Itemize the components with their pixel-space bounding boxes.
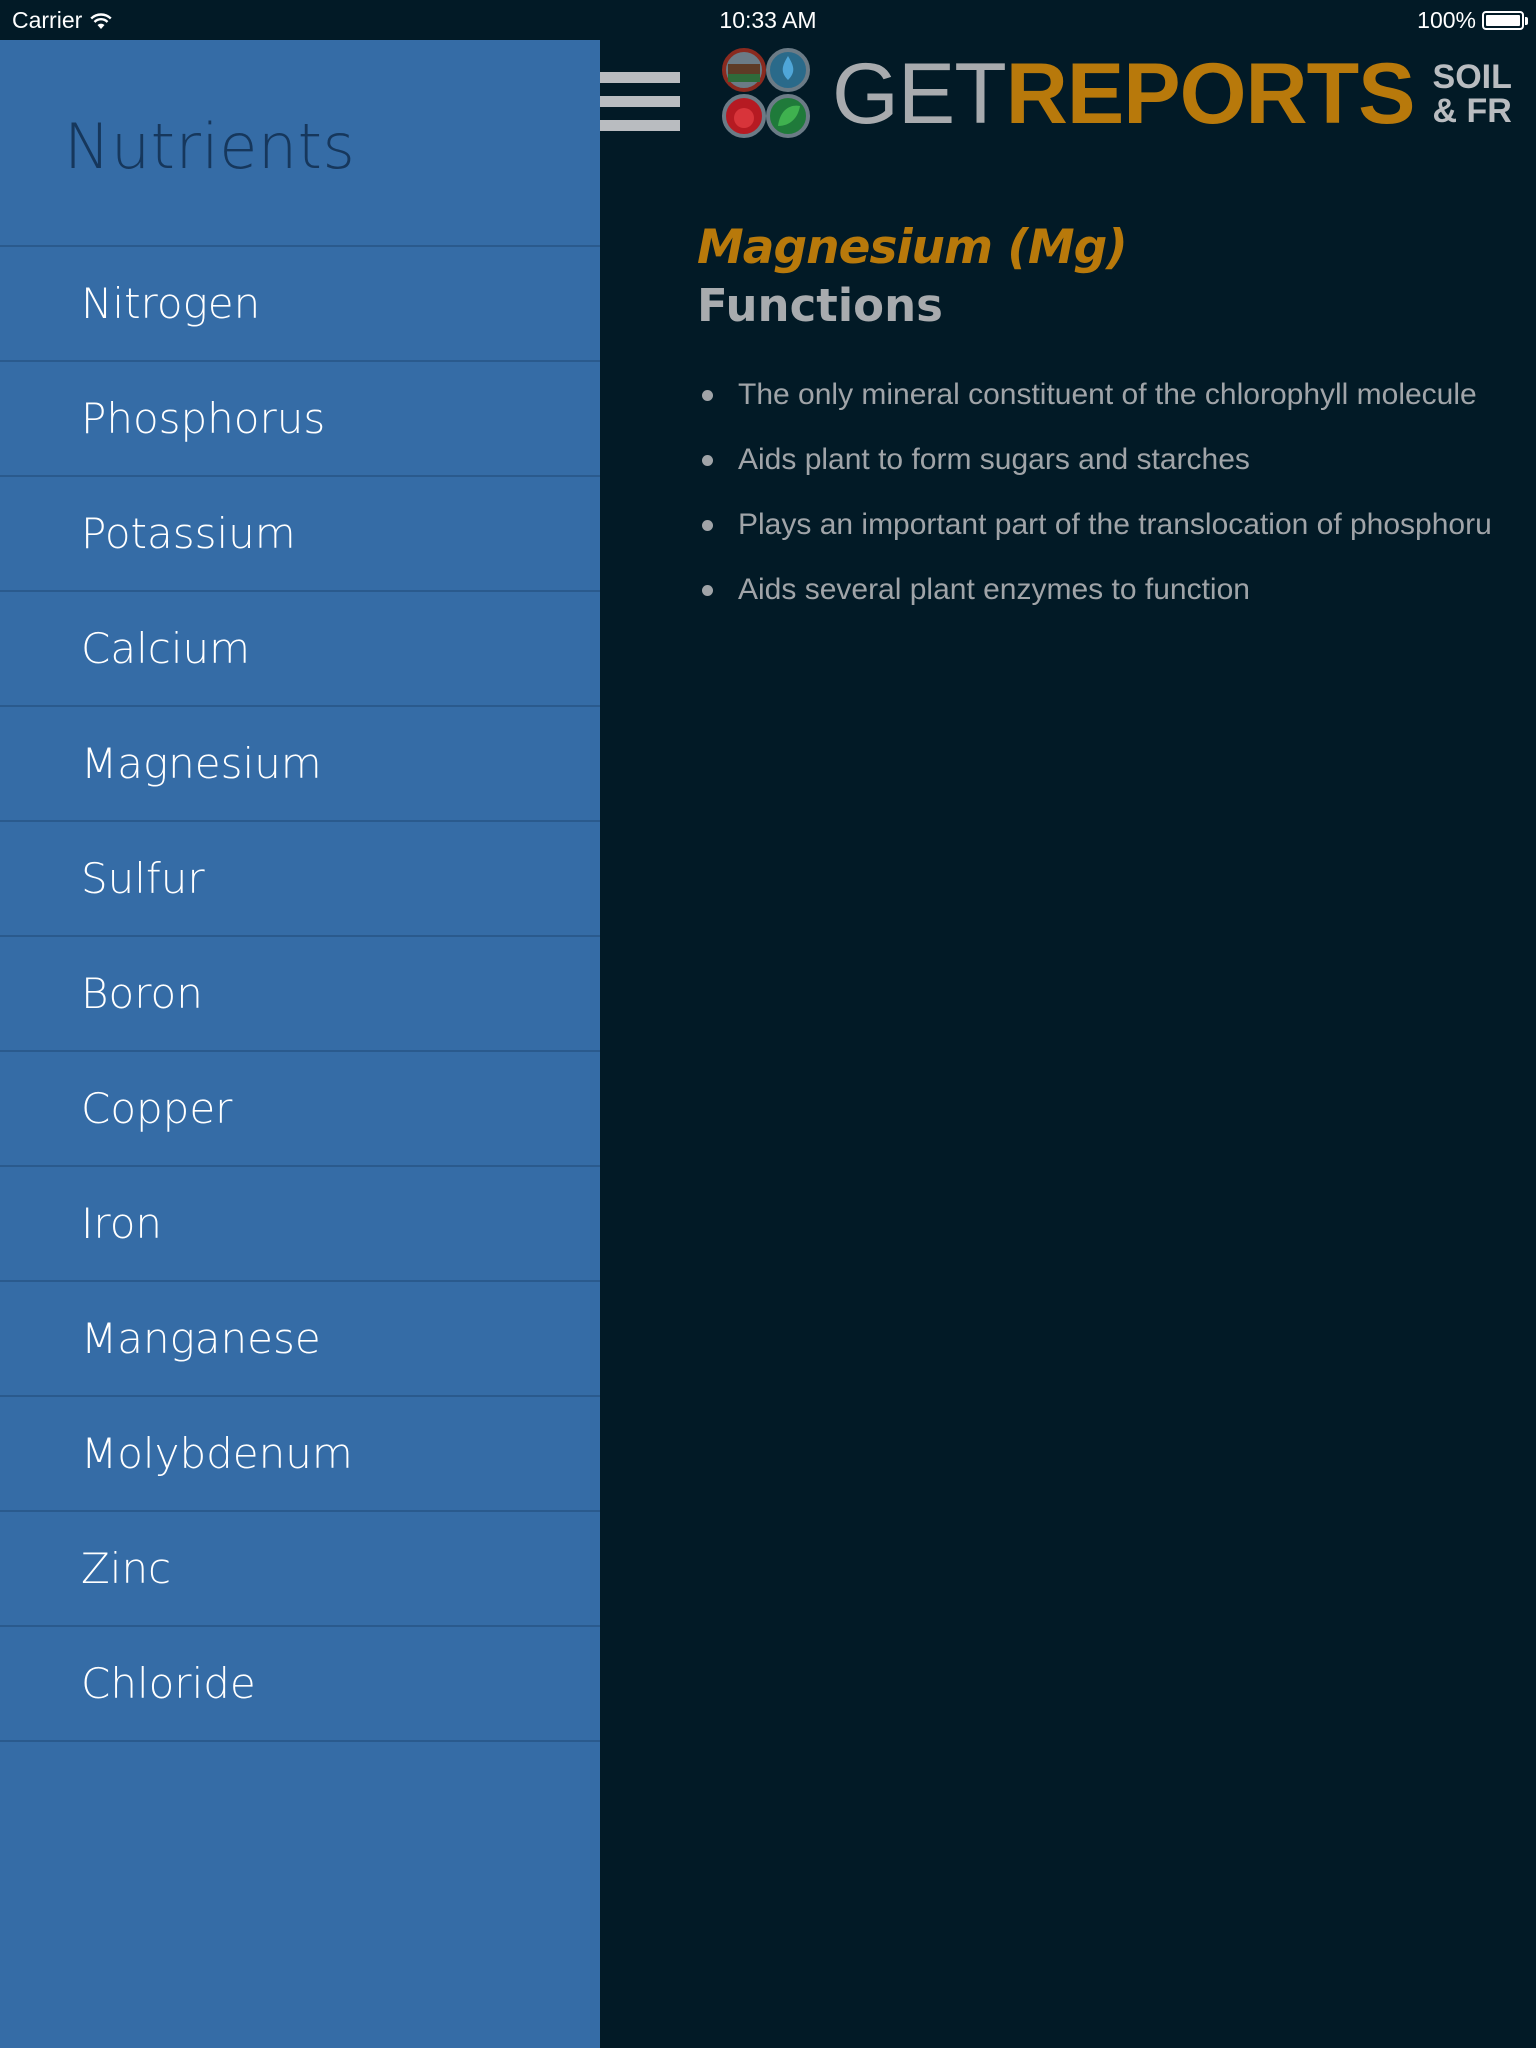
battery-percent: 100%	[1417, 7, 1476, 33]
sidebar-item-label: Copper	[81, 1084, 233, 1133]
logo-text-reports: REPORTS	[1005, 45, 1416, 142]
sidebar-item-label: Calcium	[81, 624, 251, 673]
sidebar-item-chloride[interactable]: Chloride	[0, 1627, 600, 1742]
get-reports-logo: GET REPORTS SOIL & FR	[718, 46, 1512, 142]
sidebar-title: Nutrients	[64, 110, 356, 183]
logo-tagline-line2: & FR	[1432, 92, 1512, 130]
section-heading: Functions	[697, 279, 943, 332]
sidebar-item-label: Nitrogen	[81, 279, 261, 328]
hamburger-line	[600, 96, 680, 107]
sidebar-item-label: Potassium	[81, 509, 296, 558]
sidebar-item-label: Molybdenum	[81, 1429, 353, 1478]
battery-tip	[1525, 17, 1528, 25]
sidebar-item-label: Zinc	[81, 1544, 172, 1593]
sidebar-item-iron[interactable]: Iron	[0, 1167, 600, 1282]
sidebar-item-calcium[interactable]: Calcium	[0, 592, 600, 707]
list-item: Aids plant to form sugars and starches	[697, 427, 1536, 492]
sidebar-item-zinc[interactable]: Zinc	[0, 1512, 600, 1627]
status-bar: Carrier 10:33 AM 100%	[0, 0, 1536, 40]
logo-droplets-icon	[722, 48, 810, 138]
sidebar-item-potassium[interactable]: Potassium	[0, 477, 600, 592]
sidebar-item-label: Phosphorus	[81, 394, 326, 443]
sidebar-item-boron[interactable]: Boron	[0, 937, 600, 1052]
hamburger-line	[600, 72, 680, 83]
functions-list: The only mineral constituent of the chlo…	[697, 362, 1536, 622]
sidebar-item-label: Sulfur	[81, 854, 205, 903]
sidebar-item-label: Iron	[81, 1199, 163, 1248]
nutrient-detail: Magnesium (Mg) Functions The only minera…	[697, 220, 1536, 622]
sidebar-item-phosphorus[interactable]: Phosphorus	[0, 362, 600, 477]
battery-icon	[1482, 11, 1528, 30]
hamburger-menu-icon[interactable]	[600, 72, 680, 132]
app-screen: Carrier 10:33 AM 100% Nutrients Nitrogen…	[0, 0, 1536, 2048]
sidebar-item-molybdenum[interactable]: Molybdenum	[0, 1397, 600, 1512]
list-item: Aids several plant enzymes to function	[697, 557, 1536, 622]
sidebar-item-nitrogen[interactable]: Nitrogen	[0, 247, 600, 362]
logo-tagline-line1: SOIL	[1432, 58, 1512, 96]
sidebar-item-label: Manganese	[81, 1314, 321, 1363]
nutrients-sidebar: Nutrients Nitrogen Phosphorus Potassium …	[0, 40, 600, 2048]
logo-tagline: SOIL & FR	[1433, 60, 1512, 128]
logo-text-get: GET	[832, 45, 1007, 142]
list-item: The only mineral constituent of the chlo…	[697, 362, 1536, 427]
hamburger-line	[600, 120, 680, 131]
nutrient-list: Nitrogen Phosphorus Potassium Calcium Ma…	[0, 245, 600, 1742]
main-content: GET REPORTS SOIL & FR Magnesium (Mg) Fun…	[600, 40, 1536, 2048]
sidebar-item-sulfur[interactable]: Sulfur	[0, 822, 600, 937]
list-item: Plays an important part of the transloca…	[697, 492, 1536, 557]
app-header: GET REPORTS SOIL & FR	[600, 40, 1536, 145]
battery-indicator: 100%	[1417, 7, 1528, 34]
status-time: 10:33 AM	[719, 7, 817, 33]
battery-fill	[1486, 15, 1520, 26]
sidebar-item-label: Magnesium	[81, 739, 322, 788]
sidebar-item-manganese[interactable]: Manganese	[0, 1282, 600, 1397]
sidebar-item-label: Boron	[81, 969, 203, 1018]
sidebar-item-magnesium[interactable]: Magnesium	[0, 707, 600, 822]
nutrient-title: Magnesium (Mg)	[697, 220, 1128, 275]
sidebar-item-copper[interactable]: Copper	[0, 1052, 600, 1167]
sidebar-item-label: Chloride	[81, 1659, 256, 1708]
